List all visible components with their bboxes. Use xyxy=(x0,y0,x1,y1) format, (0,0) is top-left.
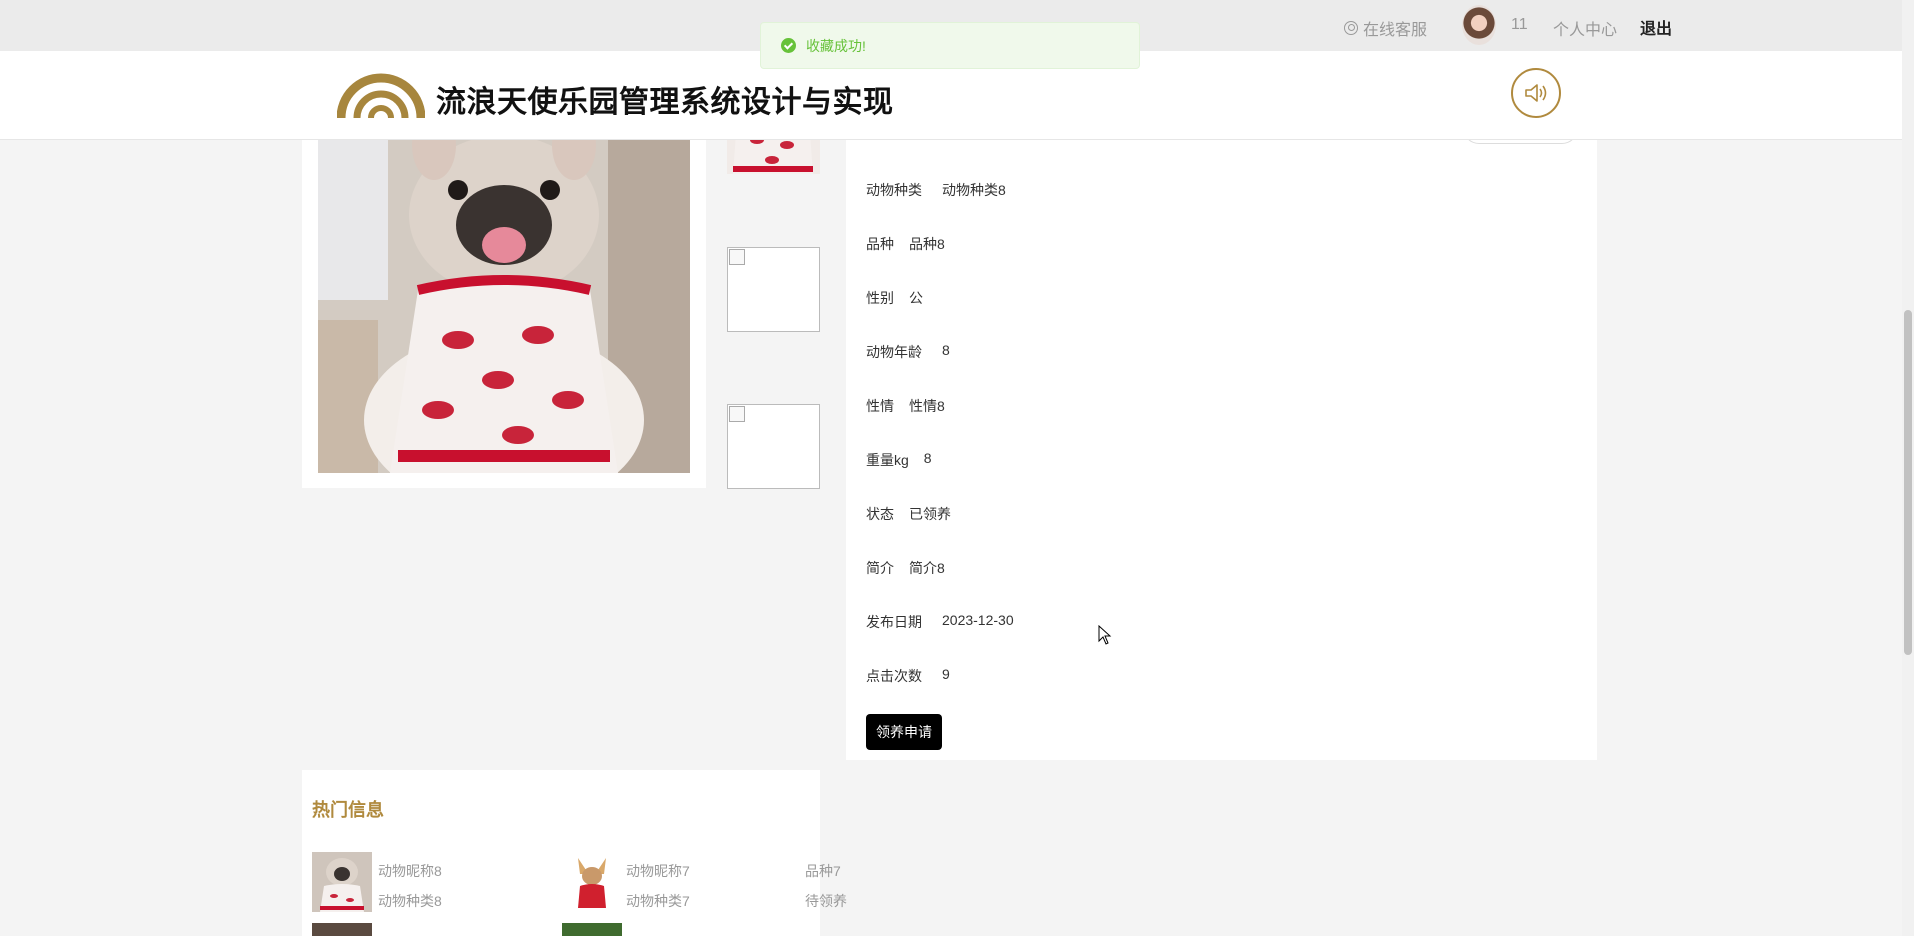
field-row: 点击次数 9 xyxy=(866,666,950,686)
main-animal-photo xyxy=(318,120,690,473)
sound-toggle-button[interactable] xyxy=(1511,68,1561,118)
field-row: 动物年龄 8 xyxy=(866,342,950,362)
field-value: 9 xyxy=(942,666,950,682)
online-service-link[interactable]: 在线客服 xyxy=(1344,16,1427,40)
field-value: 性情8 xyxy=(909,398,945,414)
page-scrollbar[interactable] xyxy=(1902,0,1914,936)
site-title: 流浪天使乐园管理系统设计与实现 xyxy=(436,86,894,119)
field-value: 简介8 xyxy=(909,560,945,576)
field-value: 品种8 xyxy=(909,236,945,252)
hot-item-thumbnail[interactable] xyxy=(562,852,622,912)
hot-item-category: 动物种类7 xyxy=(626,893,690,909)
field-label: 发布日期 xyxy=(866,614,922,630)
scrollbar-thumb[interactable] xyxy=(1904,310,1912,655)
mouse-cursor-icon xyxy=(1098,625,1112,645)
field-label: 点击次数 xyxy=(866,668,922,684)
logout-link[interactable]: 退出 xyxy=(1640,15,1672,39)
hot-item-breed: 品种7 xyxy=(805,863,841,879)
field-row: 动物种类 动物种类8 xyxy=(866,180,1006,200)
field-label: 重量kg xyxy=(866,452,909,468)
site-logo[interactable] xyxy=(337,68,425,120)
field-label: 性别 xyxy=(866,290,894,306)
hot-item-status: 待领养 xyxy=(805,893,847,909)
hot-item-name[interactable]: 动物昵称7 xyxy=(626,861,690,881)
personal-center-link[interactable]: 个人中心 xyxy=(1553,16,1617,40)
field-value: 已领养 xyxy=(909,506,951,522)
field-value: 公 xyxy=(909,290,923,306)
success-icon xyxy=(781,38,796,53)
hot-item-thumbnail[interactable] xyxy=(312,923,372,936)
field-label: 性情 xyxy=(866,398,894,414)
speaker-icon xyxy=(1525,84,1547,102)
online-service-label: 在线客服 xyxy=(1363,22,1428,39)
hot-info-section: 热门信息 动物昵称8 动物种类8 动物昵称7 动物种类7 xyxy=(302,770,820,936)
thumbnail-2[interactable] xyxy=(727,247,820,332)
field-value: 8 xyxy=(942,342,950,358)
field-row: 性情 性情8 xyxy=(866,396,945,416)
username: 11 xyxy=(1511,16,1528,33)
adopt-apply-button[interactable]: 领养申请 xyxy=(866,714,942,750)
broken-image-icon xyxy=(729,249,745,265)
avatar[interactable] xyxy=(1462,5,1496,45)
hot-item-thumbnail[interactable] xyxy=(312,852,372,912)
detail-panel: 动物种类 动物种类8 品种 品种8 性别 公 动物年龄 8 性情 性情8 重量k… xyxy=(846,120,1597,760)
success-toast: 收藏成功! xyxy=(760,22,1140,69)
field-value: 动物种类8 xyxy=(942,182,1006,198)
field-row: 品种 品种8 xyxy=(866,234,945,254)
field-label: 品种 xyxy=(866,236,894,252)
field-value: 8 xyxy=(923,450,932,466)
hot-item-thumbnail[interactable] xyxy=(562,923,622,936)
toast-message: 收藏成功! xyxy=(806,37,866,54)
field-row: 状态 已领养 xyxy=(866,504,951,524)
field-label: 动物种类 xyxy=(866,182,922,198)
field-label: 动物年龄 xyxy=(866,344,922,360)
field-value: 2023-12-30 xyxy=(942,612,1014,628)
thumbnail-3[interactable] xyxy=(727,404,820,489)
field-row: 性别 公 xyxy=(866,288,923,308)
field-row: 重量kg 8 xyxy=(866,450,932,470)
field-label: 简介 xyxy=(866,560,894,576)
field-label: 状态 xyxy=(866,506,894,522)
hot-info-title: 热门信息 xyxy=(312,800,384,820)
broken-image-icon xyxy=(729,406,745,422)
user-circle-icon xyxy=(1344,21,1358,35)
field-row: 简介 简介8 xyxy=(866,558,945,578)
hot-item-name[interactable]: 动物昵称8 xyxy=(378,861,442,881)
field-row: 发布日期 2023-12-30 xyxy=(866,612,1014,632)
hot-item-category: 动物种类8 xyxy=(378,893,442,909)
